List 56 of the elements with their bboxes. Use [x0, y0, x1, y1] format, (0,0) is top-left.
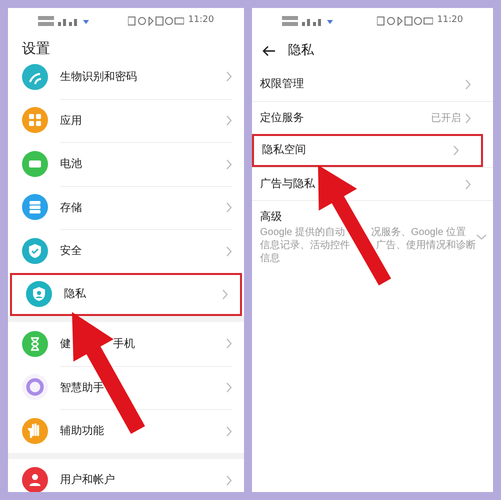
- description-text: 信息: [260, 252, 280, 264]
- signal-icon: [38, 15, 90, 27]
- page-title: 设置: [22, 40, 50, 58]
- row-label: 健: [60, 336, 71, 352]
- chevron-right-icon: [226, 158, 232, 170]
- chevron-right-icon: [222, 288, 228, 300]
- row-label: 定位服务: [260, 110, 304, 126]
- chevron-right-icon: [226, 115, 232, 126]
- chevron-right-icon: [465, 79, 471, 90]
- settings-row[interactable]: 安全: [8, 229, 244, 272]
- chevron-down-icon: [476, 234, 487, 240]
- row-label: 隐私空间: [262, 142, 306, 158]
- chevron-right-icon: [226, 338, 232, 350]
- status-time: 11:20: [188, 14, 214, 28]
- row-label: 手机: [113, 336, 135, 352]
- row-label: 辅助功能: [60, 423, 104, 439]
- description-text: 况服务、Google 位置: [371, 226, 466, 238]
- signal-icon: [282, 15, 334, 27]
- row-label: 广告与隐私: [260, 176, 315, 192]
- chevron-right-icon: [226, 382, 232, 394]
- row-label: 存储: [60, 200, 82, 216]
- settings-row[interactable]: 应用: [8, 98, 244, 142]
- chevron-right-icon: [226, 246, 232, 257]
- highlighted-settings-row[interactable]: 隐私空间: [252, 134, 483, 167]
- description-text: Google 提供的自动: [260, 226, 346, 238]
- row-label: 高级: [260, 210, 283, 225]
- chevron-right-icon: [453, 145, 459, 156]
- settings-row[interactable]: 权限管理: [252, 68, 493, 101]
- settings-row[interactable]: 定位服务 已开启: [252, 101, 493, 134]
- row-label: 安全: [60, 243, 82, 259]
- settings-row[interactable]: 电池: [8, 142, 244, 186]
- row-label: 智慧助手: [60, 380, 104, 396]
- status-icons: [377, 16, 434, 26]
- description-text: 信息记录、活动控件: [260, 238, 350, 252]
- row-label: 权限管理: [260, 76, 304, 92]
- row-label: 用户和帐户: [60, 472, 115, 488]
- description-text: 广告、使用情况和诊断: [376, 238, 476, 252]
- chevron-right-icon: [226, 71, 232, 82]
- chevron-right-icon: [465, 112, 471, 124]
- chevron-right-icon: [226, 426, 232, 437]
- row-label: 电池: [60, 156, 82, 172]
- settings-row[interactable]: 用户和帐户: [8, 458, 244, 492]
- settings-row[interactable]: 存储: [8, 186, 244, 229]
- status-time: 11:20: [437, 14, 463, 28]
- chevron-right-icon: [226, 202, 232, 214]
- status-icons: [128, 16, 184, 26]
- row-label: 生物识别和密码: [60, 68, 137, 84]
- settings-row[interactable]: 生物识别和密码: [8, 64, 244, 98]
- highlighted-settings-row[interactable]: 隐私: [10, 272, 242, 316]
- row-label: 应用: [60, 112, 82, 128]
- row-label: 隐私: [64, 286, 86, 302]
- chevron-right-icon: [226, 474, 232, 486]
- page-title: 隐私: [288, 42, 314, 60]
- back-arrow-icon[interactable]: [262, 45, 276, 57]
- chevron-right-icon: [465, 178, 471, 190]
- row-value: 已开启: [431, 112, 461, 126]
